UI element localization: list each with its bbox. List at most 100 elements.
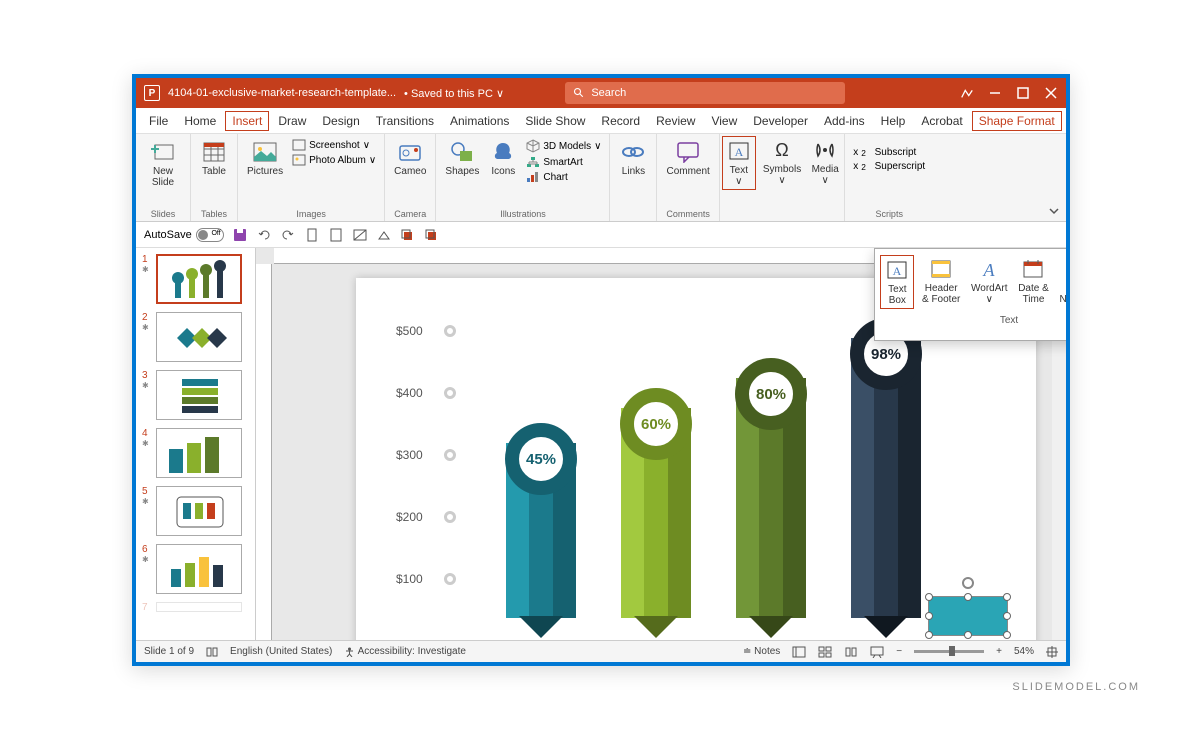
document-title[interactable]: 4104-01-exclusive-market-research-templa… xyxy=(168,87,396,99)
autosave-toggle[interactable]: AutoSave Off xyxy=(144,228,224,242)
ytick-label: $100 xyxy=(396,572,423,586)
camera-button[interactable] xyxy=(1068,113,1070,129)
thumbnail-1[interactable]: 1✱ xyxy=(142,254,249,304)
tab-acrobat[interactable]: Acrobat xyxy=(914,110,969,132)
sorter-view-icon[interactable] xyxy=(818,646,832,658)
comment-button[interactable]: Comment xyxy=(663,138,712,179)
qat-icon[interactable] xyxy=(328,227,344,243)
tab-shape-format[interactable]: Shape Format xyxy=(972,111,1062,131)
normal-view-icon[interactable] xyxy=(792,646,806,658)
search-icon xyxy=(573,87,585,99)
text-dropdown-panel: A Text Box Header & Footer A WordArt∨ Da… xyxy=(874,248,1066,341)
tab-developer[interactable]: Developer xyxy=(746,110,815,132)
ribbon-display-icon[interactable] xyxy=(960,86,974,100)
wordart-button[interactable]: A WordArt∨ xyxy=(968,255,1011,309)
qat-icon[interactable] xyxy=(376,227,392,243)
date-time-button[interactable]: Date & Time xyxy=(1015,255,1052,309)
slide-number-button[interactable]: # Slide Number xyxy=(1056,255,1066,309)
tab-help[interactable]: Help xyxy=(874,110,913,132)
qat-icon[interactable] xyxy=(400,227,416,243)
selected-textbox[interactable] xyxy=(928,596,1008,636)
rotate-handle[interactable] xyxy=(962,577,974,589)
undo-icon[interactable] xyxy=(256,227,272,243)
search-box[interactable]: Search xyxy=(565,82,845,104)
accessibility-indicator[interactable]: Accessibility: Investigate xyxy=(344,646,466,657)
zoom-slider[interactable] xyxy=(914,650,984,653)
app-window: P 4104-01-exclusive-market-research-temp… xyxy=(132,74,1070,666)
subscript-button[interactable]: x2 Subscript xyxy=(851,146,927,159)
media-button[interactable]: Media∨ xyxy=(808,136,842,188)
3d-models-button[interactable]: 3D Models ∨ xyxy=(524,138,603,154)
svg-text:A: A xyxy=(735,145,744,159)
ytick-label: $200 xyxy=(396,510,423,524)
thumbnail-5[interactable]: 5✱ xyxy=(142,486,249,536)
ribbon-tabs: File Home Insert Draw Design Transitions… xyxy=(136,108,1066,134)
tab-draw[interactable]: Draw xyxy=(271,110,313,132)
redo-icon[interactable] xyxy=(280,227,296,243)
close-button[interactable] xyxy=(1044,86,1058,100)
smartart-button[interactable]: SmartArt xyxy=(524,155,603,169)
tab-design[interactable]: Design xyxy=(315,110,366,132)
chart-bar-value: 45% xyxy=(505,423,577,495)
language-indicator[interactable]: English (United States) xyxy=(230,646,332,657)
cameo-button[interactable]: Cameo xyxy=(391,138,429,179)
svg-text:A: A xyxy=(893,264,902,278)
screenshot-button[interactable]: Screenshot ∨ xyxy=(290,138,378,152)
tab-addins[interactable]: Add-ins xyxy=(817,110,872,132)
tab-file[interactable]: File xyxy=(142,110,175,132)
zoom-in-button[interactable]: + xyxy=(996,646,1002,657)
slideshow-view-icon[interactable] xyxy=(870,646,884,658)
tab-review[interactable]: Review xyxy=(649,110,702,132)
vertical-ruler xyxy=(256,264,272,640)
tab-home[interactable]: Home xyxy=(177,110,223,132)
tab-transitions[interactable]: Transitions xyxy=(369,110,441,132)
tab-record[interactable]: Record xyxy=(594,110,647,132)
zoom-percent[interactable]: 54% xyxy=(1014,646,1034,657)
text-box-button[interactable]: A Text Box xyxy=(880,255,914,309)
tab-view[interactable]: View xyxy=(704,110,744,132)
tab-slideshow[interactable]: Slide Show xyxy=(518,110,592,132)
header-footer-button[interactable]: Header & Footer xyxy=(919,255,963,309)
ribbon-collapse-button[interactable] xyxy=(1048,205,1060,217)
new-slide-button[interactable]: New Slide xyxy=(142,138,184,190)
ytick-label: $500 xyxy=(396,324,423,338)
tab-animations[interactable]: Animations xyxy=(443,110,516,132)
table-button[interactable]: Table xyxy=(197,138,231,179)
quick-access-toolbar: AutoSave Off xyxy=(136,222,1066,248)
icons-button[interactable]: Icons xyxy=(486,138,520,179)
group-scripts: x2 Subscript x2 Superscript Scripts xyxy=(845,134,933,221)
slide-canvas-area[interactable]: $500 $400 $300 $200 $100 45% 60% xyxy=(256,248,1066,640)
symbols-button[interactable]: Ω Symbols∨ xyxy=(760,136,804,188)
photo-album-button[interactable]: Photo Album ∨ xyxy=(290,153,378,167)
superscript-button[interactable]: x2 Superscript xyxy=(851,160,927,173)
maximize-button[interactable] xyxy=(1016,86,1030,100)
thumbnail-2[interactable]: 2✱ xyxy=(142,312,249,362)
status-bar: Slide 1 of 9 English (United States) Acc… xyxy=(136,640,1066,662)
minimize-button[interactable] xyxy=(988,86,1002,100)
pictures-button[interactable]: Pictures xyxy=(244,138,286,179)
shapes-button[interactable]: Shapes xyxy=(442,138,482,179)
app-icon: P xyxy=(144,85,160,101)
group-links: Links xyxy=(610,134,657,221)
save-icon[interactable] xyxy=(232,227,248,243)
notes-button[interactable]: ≐ Notes xyxy=(743,646,780,657)
tab-insert[interactable]: Insert xyxy=(225,111,269,131)
text-menu-button[interactable]: A Text∨ xyxy=(722,136,756,190)
svg-text:A: A xyxy=(983,260,996,279)
thumbnail-3[interactable]: 3✱ xyxy=(142,370,249,420)
qat-icon[interactable] xyxy=(352,227,368,243)
qat-icon[interactable] xyxy=(304,227,320,243)
thumbnail-6[interactable]: 6✱ xyxy=(142,544,249,594)
ribbon: New Slide Slides Table Tables Pictures xyxy=(136,134,1066,222)
reading-view-icon[interactable] xyxy=(844,646,858,658)
thumbnail-4[interactable]: 4✱ xyxy=(142,428,249,478)
zoom-out-button[interactable]: − xyxy=(896,646,902,657)
thumbnail-7[interactable]: 7 xyxy=(142,602,249,613)
slide-indicator[interactable]: Slide 1 of 9 xyxy=(144,646,194,657)
fit-window-icon[interactable] xyxy=(1046,646,1058,658)
qat-icon[interactable] xyxy=(424,227,440,243)
save-status[interactable]: • Saved to this PC ∨ xyxy=(404,87,504,100)
slide-thumbnails[interactable]: 1✱ 2✱ 3✱ 4✱ 5✱ 6✱ 7 xyxy=(136,248,256,640)
chart-button[interactable]: Chart xyxy=(524,170,603,184)
links-button[interactable]: Links xyxy=(616,138,650,179)
